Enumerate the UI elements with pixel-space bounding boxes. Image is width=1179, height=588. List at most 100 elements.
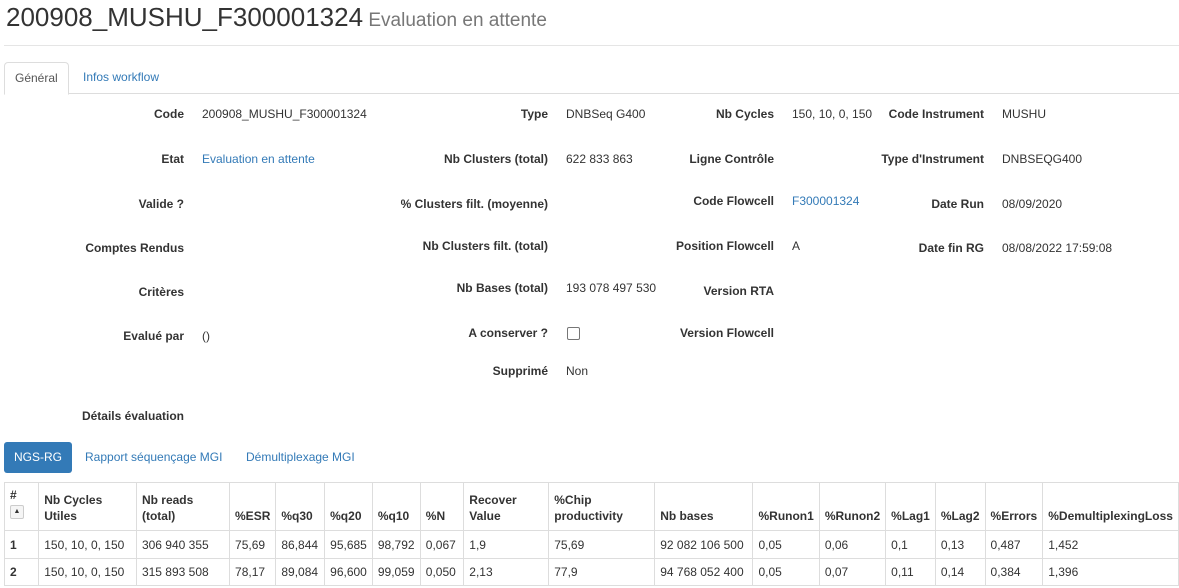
- table-cell: 0,1: [885, 530, 936, 559]
- column-header[interactable]: %Lag2: [934, 482, 986, 531]
- column-header[interactable]: Nb Cycles Utiles: [38, 482, 137, 531]
- column-header-index[interactable]: # ▲: [3, 482, 40, 531]
- column-header[interactable]: %ESR: [229, 482, 277, 531]
- table-cell: 96,600: [324, 558, 373, 586]
- table-cell: 99,059: [371, 558, 421, 586]
- table-cell: 0,07: [818, 558, 887, 586]
- column-header[interactable]: %Runon1: [752, 482, 820, 531]
- value-supprime: Non: [566, 364, 589, 378]
- table-row[interactable]: 1 150, 10, 0, 150 306 940 355 75,69 86,8…: [3, 530, 1179, 559]
- column-header[interactable]: %Chip productivity: [548, 482, 656, 531]
- column-header[interactable]: Nb reads (total): [135, 482, 231, 531]
- label-code: Code: [154, 107, 184, 121]
- label-nb-bases-total: Nb Bases (total): [456, 281, 548, 295]
- table-cell: 150, 10, 0, 150: [38, 530, 137, 559]
- label-clusters-filt-moyenne: % Clusters filt. (moyenne): [400, 197, 548, 211]
- table-header-row: # ▲ Nb Cycles Utiles Nb reads (total) %E…: [3, 482, 1179, 531]
- label-evalue-par: Evalué par: [123, 329, 184, 343]
- label-comptes-rendus: Comptes Rendus: [85, 241, 184, 255]
- table-cell: 1,396: [1042, 558, 1179, 586]
- table-cell: 0,067: [419, 530, 465, 559]
- label-supprime: Supprimé: [492, 364, 548, 378]
- table-cell: 150, 10, 0, 150: [38, 558, 137, 586]
- table-cell: 0,05: [752, 530, 820, 559]
- table-cell: 98,792: [371, 530, 421, 559]
- table-cell: 306 940 355: [135, 530, 231, 559]
- table-cell: 89,084: [275, 558, 326, 586]
- table-cell: 2: [3, 558, 40, 586]
- label-version-flowcell: Version Flowcell: [679, 326, 774, 340]
- value-code: 200908_MUSHU_F300001324: [202, 107, 367, 121]
- table-cell: 86,844: [275, 530, 326, 559]
- label-etat: Etat: [161, 152, 184, 166]
- table-cell: 77,9: [548, 558, 656, 586]
- table-cell: 78,17: [229, 558, 277, 586]
- column-header[interactable]: %q20: [324, 482, 373, 531]
- header-divider: [4, 45, 1179, 46]
- run-status-subtitle: Evaluation en attente: [368, 10, 547, 31]
- label-valide: Valide ?: [138, 197, 184, 211]
- table-cell: 1,9: [463, 530, 550, 559]
- value-date-fin-rg: 08/08/2022 17:59:08: [1002, 241, 1113, 255]
- value-evalue-par: (): [202, 329, 210, 343]
- column-header[interactable]: %DemultiplexingLoss: [1042, 482, 1179, 531]
- value-nb-clusters-total: 622 833 863: [566, 152, 633, 166]
- table-cell: 0,14: [934, 558, 986, 586]
- tab-demultiplexage-mgi[interactable]: Démultiplexage MGI: [236, 442, 365, 473]
- table-cell: 1: [3, 530, 40, 559]
- value-code-flowcell-link[interactable]: F300001324: [792, 194, 859, 208]
- table-cell: 0,06: [818, 530, 887, 559]
- table-cell: 1,452: [1042, 530, 1179, 559]
- table-cell: 315 893 508: [135, 558, 231, 586]
- column-header[interactable]: %Errors: [984, 482, 1044, 531]
- sort-up-icon[interactable]: ▲: [10, 505, 24, 519]
- table-cell: 0,050: [419, 558, 465, 586]
- table-cell: 92 082 106 500: [654, 530, 754, 559]
- column-header[interactable]: %Runon2: [818, 482, 887, 531]
- tab-ngs-rg[interactable]: NGS-RG: [4, 442, 72, 473]
- column-header[interactable]: %N: [419, 482, 465, 531]
- column-header[interactable]: %Lag1: [885, 482, 936, 531]
- label-a-conserver: A conserver ?: [468, 326, 548, 340]
- tab-general[interactable]: Général: [4, 62, 69, 95]
- label-code-instrument: Code Instrument: [888, 107, 984, 121]
- table-cell: 94 768 052 400: [654, 558, 754, 586]
- value-date-run: 08/09/2020: [1002, 197, 1063, 211]
- label-ligne-controle: Ligne Contrôle: [689, 152, 774, 166]
- main-tabs: Général Infos workflow: [4, 62, 1179, 95]
- page-title: 200908_MUSHU_F300001324 Evaluation en at…: [6, 2, 547, 34]
- label-date-fin-rg: Date fin RG: [918, 241, 984, 255]
- value-code-instrument: MUSHU: [1002, 107, 1046, 121]
- table-cell: 0,13: [934, 530, 986, 559]
- label-nb-clusters-filt-total: Nb Clusters filt. (total): [422, 239, 548, 253]
- table-cell: 0,384: [984, 558, 1044, 586]
- value-nb-cycles: 150, 10, 0, 150: [792, 107, 873, 121]
- tab-rapport-sequencage-mgi[interactable]: Rapport séquençage MGI: [75, 442, 232, 473]
- label-type-instrument: Type d'Instrument: [881, 152, 984, 166]
- label-position-flowcell: Position Flowcell: [675, 239, 774, 253]
- value-type: DNBSeq G400: [566, 107, 646, 121]
- column-header[interactable]: %q10: [371, 482, 421, 531]
- a-conserver-checkbox[interactable]: [567, 327, 580, 340]
- column-header[interactable]: %q30: [275, 482, 326, 531]
- ngs-rg-table: # ▲ Nb Cycles Utiles Nb reads (total) %E…: [3, 482, 1179, 586]
- value-position-flowcell: A: [792, 239, 801, 253]
- table-cell: 75,69: [548, 530, 656, 559]
- table-row[interactable]: 2 150, 10, 0, 150 315 893 508 78,17 89,0…: [3, 558, 1179, 586]
- table-cell: 0,11: [885, 558, 936, 586]
- label-criteres: Critères: [138, 285, 184, 299]
- column-header-label: #: [10, 488, 17, 502]
- column-header[interactable]: Nb bases: [654, 482, 754, 531]
- table-cell: 95,685: [324, 530, 373, 559]
- label-nb-cycles: Nb Cycles: [715, 107, 774, 121]
- label-type: Type: [520, 107, 548, 121]
- tab-infos-workflow[interactable]: Infos workflow: [73, 62, 169, 94]
- value-etat-link[interactable]: Evaluation en attente: [202, 152, 315, 166]
- table-cell: 0,487: [984, 530, 1044, 559]
- label-date-run: Date Run: [931, 197, 984, 211]
- column-header[interactable]: Recover Value: [463, 482, 550, 531]
- label-code-flowcell: Code Flowcell: [693, 194, 774, 208]
- table-cell: 0,05: [752, 558, 820, 586]
- value-type-instrument: DNBSEQG400: [1002, 152, 1083, 166]
- label-details-evaluation: Détails évaluation: [81, 409, 184, 423]
